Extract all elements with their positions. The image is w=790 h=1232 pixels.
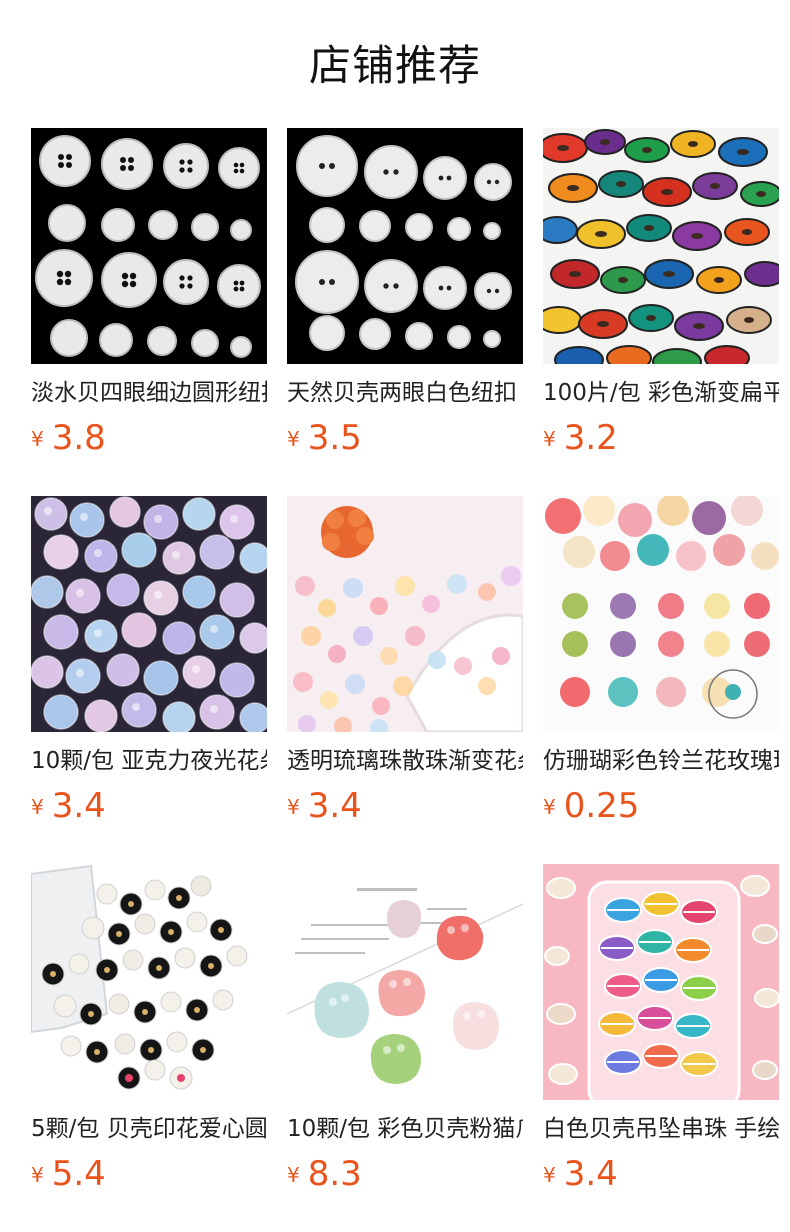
product-card[interactable]: 淡水贝四眼细边圆形纽扣 ¥3.8 <box>31 128 267 496</box>
product-card[interactable]: 仿珊瑚彩色铃兰花玫瑰珠 ¥0.25 <box>543 496 779 864</box>
currency-symbol: ¥ <box>543 427 556 451</box>
currency-symbol: ¥ <box>31 427 44 451</box>
product-image[interactable] <box>543 864 779 1100</box>
product-image[interactable] <box>31 496 267 732</box>
price-amount: 3.4 <box>51 786 106 826</box>
product-card[interactable]: 白色贝壳吊坠串珠 手绘 ¥3.4 <box>543 864 779 1232</box>
product-image[interactable] <box>287 864 523 1100</box>
currency-symbol: ¥ <box>31 795 44 819</box>
currency-symbol: ¥ <box>287 427 300 451</box>
currency-symbol: ¥ <box>543 795 556 819</box>
product-image[interactable] <box>31 864 267 1100</box>
currency-symbol: ¥ <box>287 1163 300 1187</box>
product-name[interactable]: 10颗/包 亚克力夜光花朵珠 <box>31 744 267 778</box>
currency-symbol: ¥ <box>31 1163 44 1187</box>
product-image[interactable] <box>543 496 779 732</box>
product-card[interactable]: 天然贝壳两眼白色纽扣 ¥3.5 <box>287 128 523 496</box>
product-card[interactable]: 透明琉璃珠散珠渐变花朵 ¥3.4 <box>287 496 523 864</box>
product-price: ¥5.4 <box>31 1154 267 1194</box>
page-title: 店铺推荐 <box>308 41 481 90</box>
product-price: ¥3.4 <box>31 786 267 826</box>
product-name[interactable]: 淡水贝四眼细边圆形纽扣 <box>31 376 267 410</box>
product-card[interactable]: 5颗/包 贝壳印花爱心圆片 ¥5.4 <box>31 864 267 1232</box>
product-name[interactable]: 白色贝壳吊坠串珠 手绘 <box>543 1112 779 1146</box>
product-image[interactable] <box>287 128 523 364</box>
product-price: ¥0.25 <box>543 786 779 826</box>
price-amount: 3.8 <box>51 418 106 458</box>
product-price: ¥3.5 <box>287 418 523 458</box>
price-amount: 5.4 <box>51 1154 106 1194</box>
price-amount: 3.2 <box>563 418 618 458</box>
price-amount: 8.3 <box>307 1154 362 1194</box>
price-amount: 0.25 <box>563 786 640 826</box>
product-grid: 淡水贝四眼细边圆形纽扣 ¥3.8 天然贝壳两眼白色纽扣 ¥ 3.5 100片/包… <box>31 128 790 1232</box>
product-price: ¥3.2 <box>543 418 779 458</box>
price-amount: 3.4 <box>307 786 362 826</box>
product-price: ¥3.8 <box>31 418 267 458</box>
product-name[interactable]: 10颗/包 彩色贝壳粉猫爪珠 <box>287 1112 523 1146</box>
currency-symbol: ¥ <box>287 795 300 819</box>
product-name[interactable]: 透明琉璃珠散珠渐变花朵 <box>287 744 523 778</box>
product-name[interactable]: 5颗/包 贝壳印花爱心圆片 <box>31 1112 267 1146</box>
product-price: ¥3.4 <box>287 786 523 826</box>
product-name[interactable]: 仿珊瑚彩色铃兰花玫瑰珠 <box>543 744 779 778</box>
price-amount: 3.4 <box>563 1154 618 1194</box>
product-image[interactable] <box>31 128 267 364</box>
price-amount: 3.5 <box>307 418 362 458</box>
product-name[interactable]: 天然贝壳两眼白色纽扣 <box>287 376 523 410</box>
product-name[interactable]: 100片/包 彩色渐变扁平椰壳片 <box>543 376 779 410</box>
product-image[interactable] <box>543 128 779 364</box>
product-card[interactable]: 10颗/包 彩色贝壳粉猫爪珠 ¥8.3 <box>287 864 523 1232</box>
currency-symbol: ¥ <box>543 1163 556 1187</box>
product-price: ¥8.3 <box>287 1154 523 1194</box>
product-card[interactable]: 10颗/包 亚克力夜光花朵珠 ¥3.4 <box>31 496 267 864</box>
product-price: ¥3.4 <box>543 1154 779 1194</box>
product-card[interactable]: 100片/包 彩色渐变扁平椰壳片 ¥3.2 <box>543 128 779 496</box>
product-image[interactable] <box>287 496 523 732</box>
